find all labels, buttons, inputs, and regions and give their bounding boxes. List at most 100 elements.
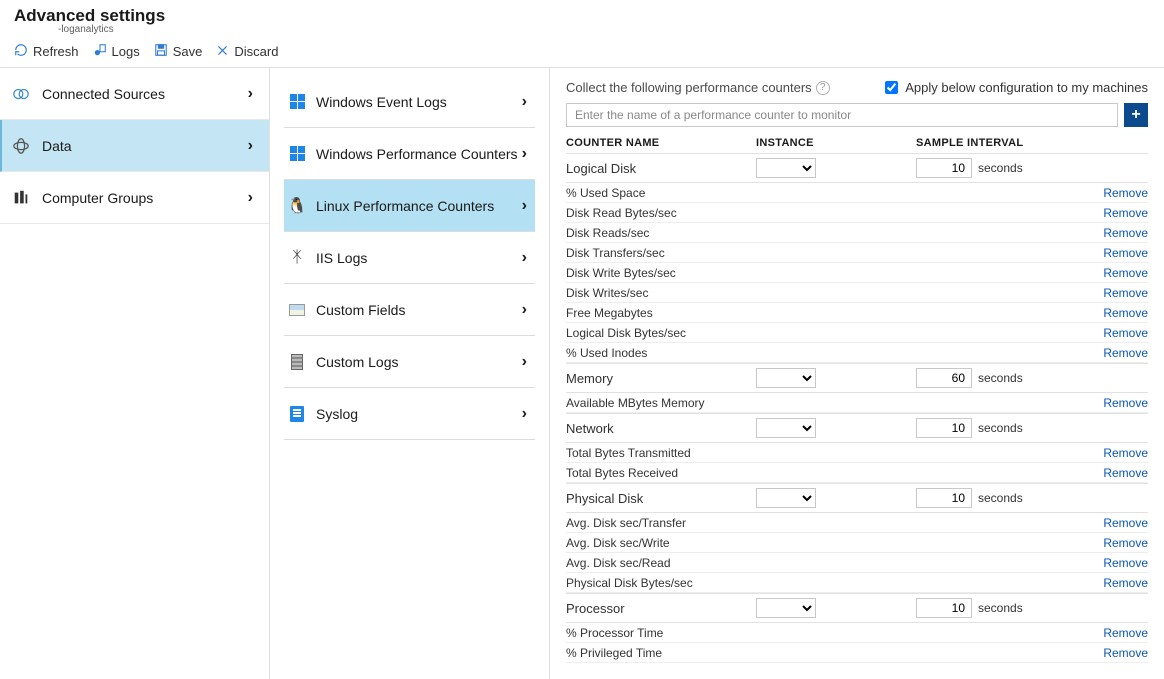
counter-row: Logical Disk Bytes/secRemove: [566, 323, 1148, 343]
interval-input[interactable]: [916, 488, 972, 508]
instance-select[interactable]: [756, 158, 816, 178]
data-item-windows-performance-counters[interactable]: Windows Performance Counters›: [284, 128, 535, 180]
remove-link[interactable]: Remove: [1103, 576, 1148, 590]
remove-link[interactable]: Remove: [1103, 446, 1148, 460]
chevron-right-icon: ›: [522, 405, 527, 423]
data-item-label: Syslog: [316, 406, 358, 422]
logs-icon: [93, 43, 107, 59]
chevron-right-icon: ›: [522, 353, 527, 371]
discard-icon: [216, 44, 229, 59]
counter-name: Avg. Disk sec/Transfer: [566, 516, 686, 530]
sidebar-item-connected-sources[interactable]: Connected Sources›: [0, 68, 269, 120]
instance-select[interactable]: [756, 598, 816, 618]
syslog-icon: [288, 405, 306, 423]
counter-row: Total Bytes ReceivedRemove: [566, 463, 1148, 483]
save-button[interactable]: Save: [154, 43, 203, 59]
logs-label: Logs: [112, 44, 140, 59]
sidebar-icon: [12, 189, 30, 207]
chevron-right-icon: ›: [522, 93, 527, 111]
counter-group-name: Memory: [566, 371, 756, 386]
counter-group: Physical Diskseconds: [566, 483, 1148, 513]
counter-name: % Processor Time: [566, 626, 663, 640]
remove-link[interactable]: Remove: [1103, 266, 1148, 280]
data-item-syslog[interactable]: Syslog ›: [284, 388, 535, 440]
sidebar-item-computer-groups[interactable]: Computer Groups›: [0, 172, 269, 224]
counter-name: Disk Writes/sec: [566, 286, 648, 300]
add-counter-row: +: [566, 103, 1148, 127]
discard-button[interactable]: Discard: [216, 44, 278, 59]
windows-icon: [288, 145, 306, 163]
chevron-right-icon: ›: [248, 85, 253, 103]
page-title: Advanced settings: [14, 6, 1150, 26]
logs-button[interactable]: Logs: [93, 43, 140, 59]
instance-select[interactable]: [756, 368, 816, 388]
remove-link[interactable]: Remove: [1103, 536, 1148, 550]
chevron-right-icon: ›: [522, 145, 527, 163]
chevron-right-icon: ›: [522, 249, 527, 267]
remove-link[interactable]: Remove: [1103, 206, 1148, 220]
remove-link[interactable]: Remove: [1103, 286, 1148, 300]
remove-link[interactable]: Remove: [1103, 326, 1148, 340]
apply-checkbox-input[interactable]: [885, 81, 898, 94]
counter-groups: Logical Diskseconds% Used SpaceRemoveDis…: [566, 153, 1148, 663]
data-item-label: Custom Logs: [316, 354, 398, 370]
chevron-right-icon: ›: [522, 301, 527, 319]
counter-name: Available MBytes Memory: [566, 396, 705, 410]
counter-name: Disk Read Bytes/sec: [566, 206, 677, 220]
counter-group: Logical Diskseconds: [566, 153, 1148, 183]
counter-row: Avg. Disk sec/Read Remove: [566, 553, 1148, 573]
counter-name: Free Megabytes: [566, 306, 653, 320]
apply-config-checkbox[interactable]: Apply below configuration to my machines: [881, 78, 1148, 97]
counter-row: % Processor Time Remove: [566, 623, 1148, 643]
data-item-iis-logs[interactable]: ᛡIIS Logs›: [284, 232, 535, 284]
collect-label: Collect the following performance counte…: [566, 80, 812, 95]
chevron-right-icon: ›: [522, 197, 527, 215]
remove-link[interactable]: Remove: [1103, 556, 1148, 570]
refresh-icon: [14, 43, 28, 59]
counter-row: Disk Writes/sec Remove: [566, 283, 1148, 303]
remove-link[interactable]: Remove: [1103, 466, 1148, 480]
counter-name-input[interactable]: [566, 103, 1118, 127]
remove-link[interactable]: Remove: [1103, 396, 1148, 410]
col-sample-interval: SAMPLE INTERVAL: [916, 137, 1148, 149]
remove-link[interactable]: Remove: [1103, 626, 1148, 640]
data-item-custom-logs[interactable]: Custom Logs ›: [284, 336, 535, 388]
counter-row: % Used SpaceRemove: [566, 183, 1148, 203]
data-item-custom-fields[interactable]: Custom Fields›: [284, 284, 535, 336]
remove-link[interactable]: Remove: [1103, 246, 1148, 260]
remove-link[interactable]: Remove: [1103, 226, 1148, 240]
add-counter-button[interactable]: +: [1124, 103, 1148, 127]
sidebar-item-data[interactable]: Data›: [0, 120, 269, 172]
counter-name: Avg. Disk sec/Write: [566, 536, 670, 550]
data-item-linux-performance-counters[interactable]: 🐧Linux Performance Counters›: [284, 180, 535, 232]
instance-select[interactable]: [756, 418, 816, 438]
data-item-windows-event-logs[interactable]: Windows Event Logs›: [284, 76, 535, 128]
interval-input[interactable]: [916, 598, 972, 618]
counter-group-name: Logical Disk: [566, 161, 756, 176]
remove-link[interactable]: Remove: [1103, 306, 1148, 320]
counter-group: Networkseconds: [566, 413, 1148, 443]
remove-link[interactable]: Remove: [1103, 646, 1148, 660]
counter-row: Avg. Disk sec/Transfer Remove: [566, 513, 1148, 533]
counter-name: Disk Write Bytes/sec: [566, 266, 676, 280]
main: Connected Sources›Data›Computer Groups› …: [0, 68, 1164, 679]
refresh-button[interactable]: Refresh: [14, 43, 79, 59]
remove-link[interactable]: Remove: [1103, 346, 1148, 360]
instance-select[interactable]: [756, 488, 816, 508]
data-item-label: Windows Performance Counters: [316, 146, 518, 162]
plus-icon: +: [1131, 106, 1140, 124]
page-subtitle: -loganalytics: [14, 24, 1150, 35]
help-icon[interactable]: ?: [816, 81, 830, 95]
counter-group: Memoryseconds: [566, 363, 1148, 393]
save-icon: [154, 43, 168, 59]
remove-link[interactable]: Remove: [1103, 516, 1148, 530]
chevron-right-icon: ›: [248, 189, 253, 207]
interval-input[interactable]: [916, 158, 972, 178]
interval-input[interactable]: [916, 368, 972, 388]
seconds-label: seconds: [978, 421, 1023, 435]
counter-row: % Privileged TimeRemove: [566, 643, 1148, 663]
data-item-label: Linux Performance Counters: [316, 198, 494, 214]
interval-input[interactable]: [916, 418, 972, 438]
counter-name: Avg. Disk sec/Read: [566, 556, 671, 570]
remove-link[interactable]: Remove: [1103, 186, 1148, 200]
